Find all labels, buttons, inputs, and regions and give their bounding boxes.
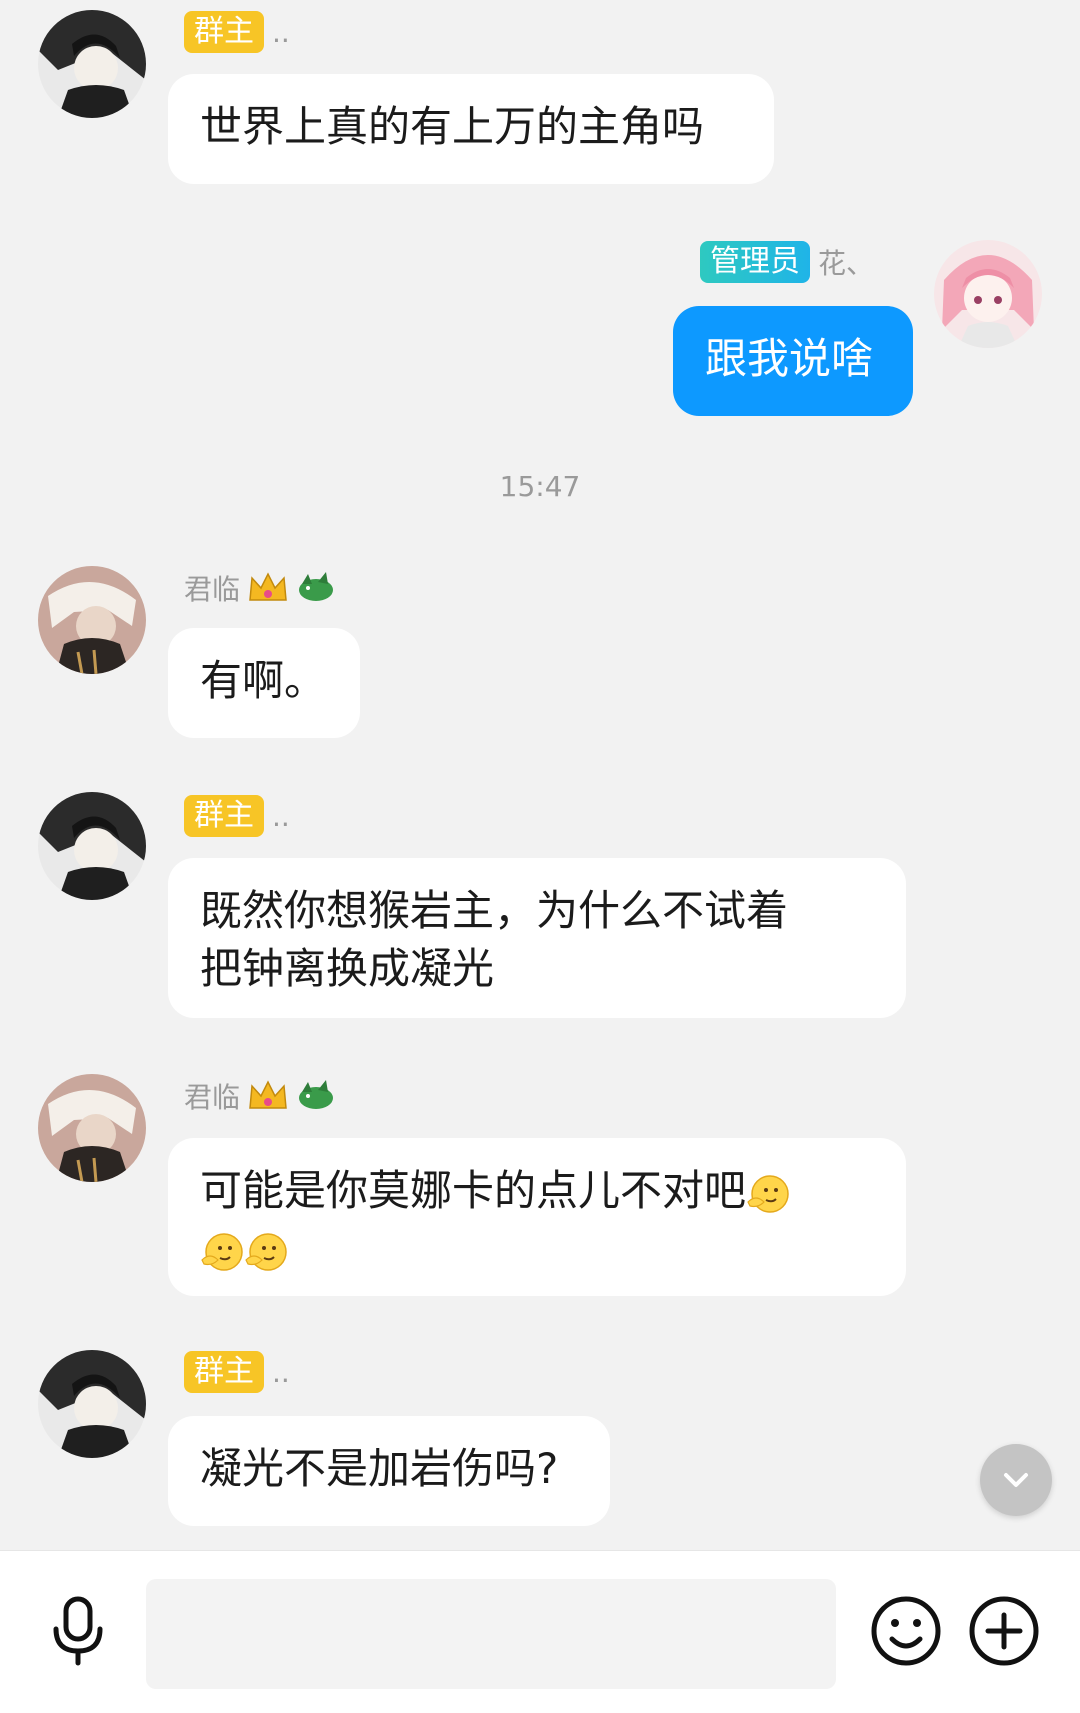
dragon-icon [299,572,334,601]
sender-name: 花、 [818,247,875,280]
message-input[interactable] [146,1579,836,1689]
time-divider: 15:47 [499,470,581,503]
chevron-down-icon [1004,1473,1028,1487]
sender-row: 管理员 花、 [700,238,874,286]
owner-badge: 群主 [184,795,264,837]
smirk-emoji-icon [245,1232,287,1271]
sender-name: .. [272,1355,290,1389]
sender-name: 君临 [184,573,241,606]
sender-row: 君临 [184,564,336,612]
chat-message-list[interactable]: 群主 .. 世界上真的有上万的主角吗 管理员 花、 跟我说啥 15:47 君临 … [0,0,1080,1550]
avatar[interactable] [38,792,146,900]
more-button[interactable] [966,1593,1042,1669]
message-bubble[interactable]: 凝光不是加岩伤吗? [168,1416,610,1526]
smirk-emoji-icon [201,1232,243,1271]
message-bubble[interactable]: 可能是你莫娜卡的点儿不对吧 [168,1138,906,1296]
sender-name: .. [272,15,290,49]
sender-row: 群主 .. [184,792,290,840]
emoji-button[interactable] [868,1593,944,1669]
sender-name: 君临 [184,1081,241,1114]
scroll-to-bottom-button[interactable] [980,1444,1052,1516]
avatar[interactable] [934,240,1042,348]
owner-badge: 群主 [184,1351,264,1393]
voice-button[interactable] [40,1593,116,1669]
message-text: 凝光不是加岩伤吗? [200,1444,559,1493]
message-text: 跟我说啥 [705,334,874,383]
avatar[interactable] [38,10,146,118]
admin-badge: 管理员 [700,241,810,283]
crown-icon [249,1080,287,1109]
avatar[interactable] [38,566,146,674]
message-bubble[interactable]: 既然你想猴岩主，为什么不试着 把钟离换成凝光 [168,858,906,1018]
owner-badge: 群主 [184,11,264,53]
sender-name: .. [272,799,290,833]
sender-row: 群主 .. [184,8,290,56]
message-text-line: 把钟离换成凝光 [200,944,495,993]
message-bubble[interactable]: 有啊。 [168,628,360,738]
message-emoji-line [200,1220,874,1278]
sender-row: 君临 [184,1072,336,1120]
message-text-line: 可能是你莫娜卡的点儿不对吧 [200,1162,874,1220]
avatar[interactable] [38,1350,146,1458]
message-text: 有啊。 [200,656,327,705]
message-text: 世界上真的有上万的主角吗 [200,102,705,151]
dragon-icon [299,1080,334,1109]
sender-row: 群主 .. [184,1348,290,1396]
input-bar [0,1550,1080,1713]
crown-icon [249,572,287,601]
message-text: 可能是你莫娜卡的点儿不对吧 [200,1166,747,1215]
message-bubble[interactable]: 世界上真的有上万的主角吗 [168,74,774,184]
plus-icon [969,1596,1039,1666]
avatar[interactable] [38,1074,146,1182]
message-bubble-self[interactable]: 跟我说啥 [673,306,913,416]
smirk-emoji-icon [747,1174,789,1213]
smiley-icon [871,1596,941,1666]
message-text-line: 既然你想猴岩主，为什么不试着 [200,886,789,935]
microphone-icon [53,1596,103,1666]
